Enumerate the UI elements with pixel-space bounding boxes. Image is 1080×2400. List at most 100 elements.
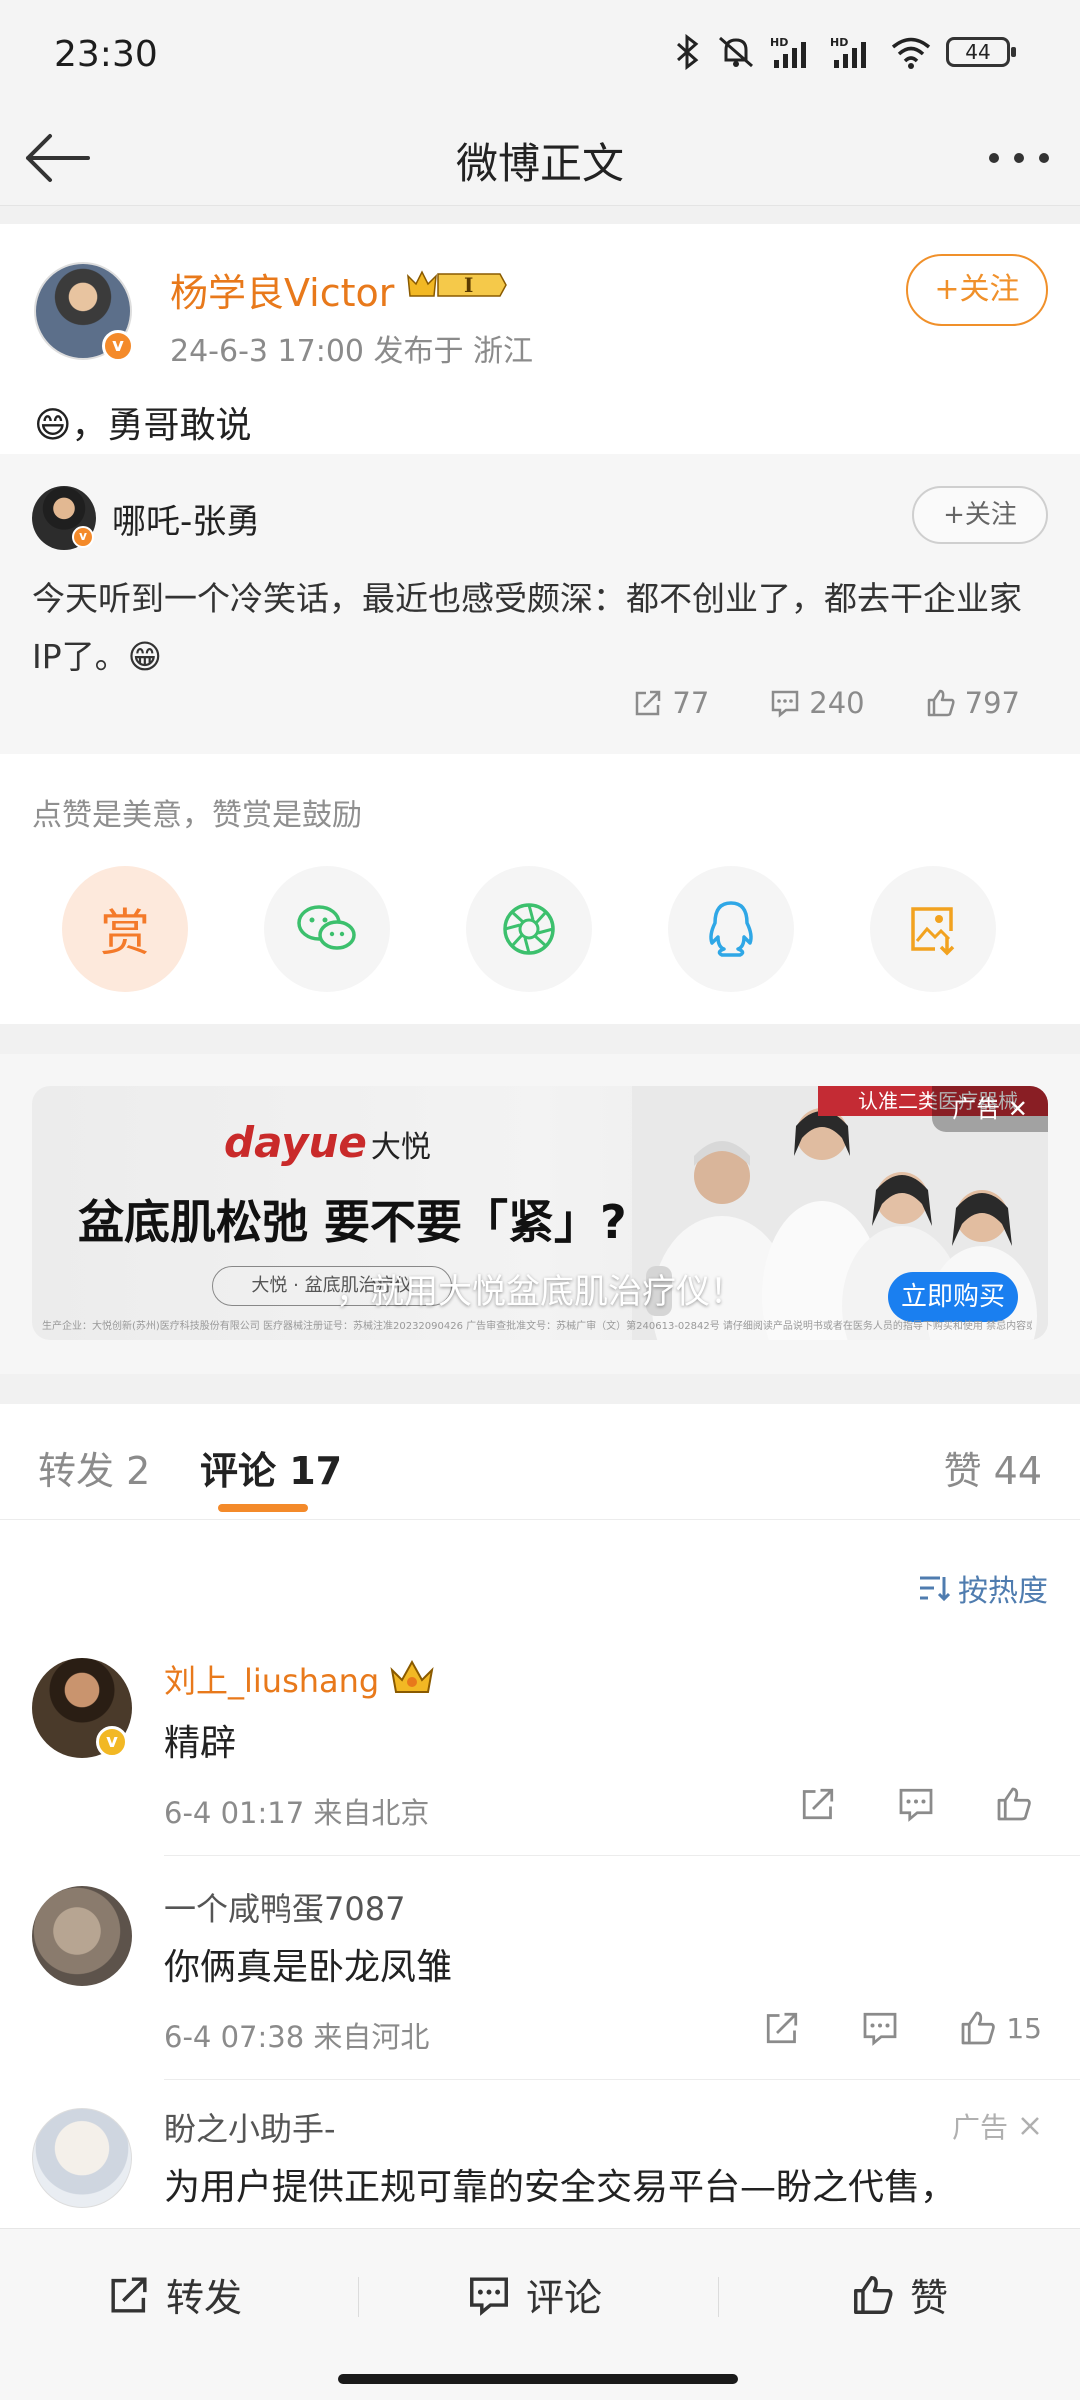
bottom-separator bbox=[718, 2277, 719, 2317]
section-gap bbox=[0, 1024, 1080, 1054]
comment-actions: 15 bbox=[762, 2008, 1042, 2048]
commenter-avatar[interactable] bbox=[32, 2108, 132, 2208]
status-bar: 23:30 HD HD 44 bbox=[0, 0, 1080, 110]
tab-comment[interactable]: 评论 17 bbox=[200, 1440, 342, 1495]
ad-buy-button[interactable]: 立即购买 bbox=[888, 1272, 1018, 1322]
ad-section: 认准二类医疗器械 dayue 大悦 盆底肌松弛 要不要「紧」? 大悦 · 盆底肌治… bbox=[0, 1054, 1080, 1374]
like-icon bbox=[961, 2011, 996, 2045]
moments-share-button[interactable] bbox=[466, 866, 592, 992]
like-icon bbox=[997, 1787, 1031, 1821]
comment-meta: 6-4 01:17 来自北京 bbox=[164, 1796, 430, 1830]
comment-meta: 6-4 07:38 来自河北 bbox=[164, 2020, 430, 2054]
tab-like[interactable]: 赞 44 bbox=[944, 1440, 1042, 1495]
qq-share-button[interactable] bbox=[668, 866, 794, 992]
reward-button[interactable]: 赏 bbox=[62, 866, 188, 992]
like-icon bbox=[927, 689, 955, 717]
weibo-post: v 杨学良Victor I 24-6-3 17:00 发布于 浙江 +关注 😄，… bbox=[0, 224, 1080, 1024]
ad-banner[interactable]: 认准二类医疗器械 dayue 大悦 盆底肌松弛 要不要「紧」? 大悦 · 盆底肌治… bbox=[32, 1086, 1048, 1340]
post-meta: 24-6-3 17:00 发布于 浙江 bbox=[170, 334, 534, 369]
ad-fine-print: 生产企业：大悦创新(苏州)医疗科技股份有限公司 医疗器械注册证号：苏械注准202… bbox=[42, 1321, 1032, 1332]
comment-divider bbox=[164, 1855, 1080, 1856]
quoted-follow-button[interactable]: +关注 bbox=[912, 486, 1048, 544]
quoted-comment-stat[interactable]: 240 bbox=[769, 686, 865, 720]
comment-repost-button[interactable] bbox=[798, 1784, 838, 1824]
detail-tabs: 转发 2 评论 17 赞 44 bbox=[0, 1404, 1080, 1520]
ad-brand-logo: dayue 大悦 bbox=[224, 1118, 431, 1167]
quoted-repost-count: 77 bbox=[672, 686, 710, 720]
repost-icon bbox=[636, 690, 661, 716]
repost-icon bbox=[111, 2276, 147, 2313]
quoted-post[interactable]: v 哪吒-张勇 +关注 今天听到一个冷笑话，最近也感受颇深：都不创业了，都去干企… bbox=[0, 454, 1080, 754]
signal-hd-icon-2: HD bbox=[830, 36, 866, 68]
post-text: 😄，勇哥敢说 bbox=[34, 405, 252, 446]
vip-level-text: I bbox=[464, 273, 473, 297]
comment-item: v 刘上_liushang 精辟 6-4 01:17 来自北京 bbox=[0, 1640, 1080, 1856]
more-icon[interactable] bbox=[984, 130, 1054, 186]
comment-divider bbox=[164, 2079, 1080, 2080]
svg-text:HD: HD bbox=[770, 36, 788, 49]
comment-actions bbox=[798, 1784, 1042, 1824]
close-icon[interactable] bbox=[1018, 2114, 1042, 2138]
wechat-share-button[interactable] bbox=[264, 866, 390, 992]
repost-button[interactable]: 转发 bbox=[106, 2267, 242, 2322]
vip-crown-icon bbox=[390, 1659, 434, 1693]
ad-headline: 盆底肌松弛 要不要「紧」? bbox=[78, 1195, 627, 1249]
reward-label: 赏 bbox=[100, 904, 150, 962]
comment-like-button[interactable] bbox=[994, 1784, 1042, 1824]
commenter-name[interactable]: 盼之小助手- bbox=[164, 2104, 336, 2150]
repost-label: 转发 bbox=[166, 2276, 243, 2320]
commenter-name[interactable]: 刘上_liushang bbox=[164, 1656, 379, 1702]
comment-icon bbox=[899, 1788, 933, 1822]
comment-button[interactable]: 评论 bbox=[466, 2267, 602, 2322]
home-indicator[interactable] bbox=[338, 2374, 738, 2384]
qq-icon bbox=[709, 901, 753, 957]
ad-brand-cn: 大悦 bbox=[370, 1130, 431, 1165]
section-gap bbox=[0, 1374, 1080, 1404]
ad-brand: dayue bbox=[224, 1118, 367, 1167]
follow-button[interactable]: +关注 bbox=[906, 254, 1048, 326]
comment-reply-button[interactable] bbox=[860, 2008, 900, 2048]
ad-label[interactable]: 广告 bbox=[952, 2106, 1042, 2146]
quoted-like-stat[interactable]: 797 bbox=[925, 686, 1020, 720]
battery-icon: 44 bbox=[946, 37, 1016, 67]
quoted-author-name[interactable]: 哪吒-张勇 bbox=[112, 494, 260, 543]
save-image-button[interactable] bbox=[870, 866, 996, 992]
active-tab-indicator bbox=[218, 1504, 308, 1512]
author-name[interactable]: 杨学良Victor bbox=[170, 262, 394, 317]
moments-icon bbox=[503, 903, 555, 955]
verified-badge-icon: v bbox=[72, 526, 94, 548]
like-icon bbox=[854, 2275, 893, 2314]
comment-repost-button[interactable] bbox=[762, 2008, 802, 2048]
quoted-text: 今天听到一个冷笑话，最近也感受颇深：都不创业了，都去干企业家IP了。😁 bbox=[32, 579, 1022, 676]
sort-label: 按热度 bbox=[958, 1574, 1048, 1609]
comment-icon bbox=[772, 690, 799, 718]
ad-close-tag[interactable]: 广告 ✕ bbox=[932, 1086, 1048, 1132]
share-row: 赏 bbox=[62, 866, 1020, 994]
sort-icon bbox=[920, 1576, 950, 1602]
tab-repost[interactable]: 转发 2 bbox=[38, 1440, 150, 1495]
commenter-name[interactable]: 一个咸鸭蛋7087 bbox=[164, 1884, 405, 1930]
bottom-separator bbox=[358, 2277, 359, 2317]
like-button[interactable]: 赞 bbox=[850, 2267, 948, 2322]
ad-comment-item: 盼之小助手- 广告 为用户提供正规可靠的安全交易平台—盼之代售， bbox=[0, 2088, 1080, 2228]
quoted-comment-count: 240 bbox=[809, 686, 865, 720]
vip-crown-badge-icon: I bbox=[407, 270, 507, 297]
comment-label: 评论 bbox=[526, 2276, 603, 2320]
quoted-stats: 77 240 797 bbox=[632, 686, 1020, 720]
verified-badge-icon: v bbox=[96, 1726, 128, 1758]
verified-badge-icon: v bbox=[102, 330, 134, 362]
sort-by-hot-button[interactable]: 按热度 bbox=[918, 1566, 1048, 1610]
comment-reply-button[interactable] bbox=[896, 1784, 936, 1824]
comment-text: 精辟 bbox=[164, 1723, 237, 1764]
save-image-icon bbox=[911, 907, 955, 956]
commenter-avatar[interactable] bbox=[32, 1886, 132, 1986]
like-label: 赞 bbox=[910, 2276, 949, 2320]
quoted-repost-stat[interactable]: 77 bbox=[632, 686, 709, 720]
comment-like-count: 15 bbox=[1006, 2011, 1042, 2045]
bluetooth-icon bbox=[677, 34, 699, 70]
comment-text: 你俩真是卧龙凤雏 bbox=[164, 1947, 453, 1988]
page-title: 微博正文 bbox=[455, 139, 624, 188]
comment-like-button[interactable]: 15 bbox=[958, 2008, 1042, 2048]
ad-label-text: 广告 bbox=[951, 2111, 1008, 2144]
signal-hd-icon: HD bbox=[770, 36, 806, 68]
